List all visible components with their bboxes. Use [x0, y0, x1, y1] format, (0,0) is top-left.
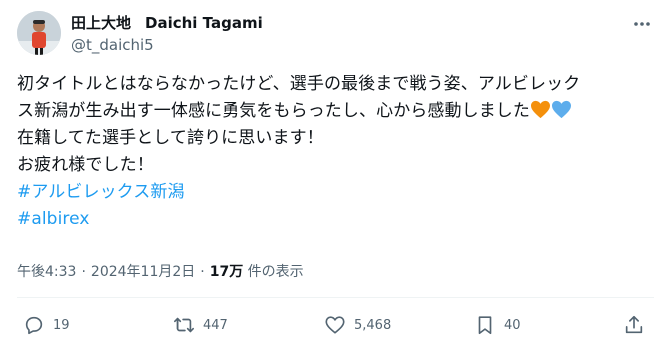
- heart-outline-icon: [325, 316, 345, 334]
- reply-button[interactable]: 19: [23, 314, 70, 336]
- display-name-en: Daichi Tagami: [145, 14, 263, 32]
- tweet-text: 初タイトルとはならなかったけど、選手の最後まで戦う姿、アルビレック ス新潟が生み…: [17, 71, 662, 233]
- action-bar: 19 447 5,468 40: [17, 314, 657, 344]
- tweet-line-6: #albirex: [17, 206, 662, 233]
- retweet-icon: [174, 317, 194, 333]
- display-name[interactable]: 田上大地 Daichi Tagami: [71, 13, 263, 33]
- user-handle[interactable]: @t_daichi5: [71, 35, 263, 55]
- tweet-header: 田上大地 Daichi Tagami @t_daichi5: [17, 11, 657, 59]
- tweet-line-4: お疲れ様でした！: [17, 155, 154, 175]
- user-avatar-photo-icon: [17, 11, 61, 55]
- like-count: 5,468: [354, 317, 392, 333]
- views-label: 件の表示: [247, 264, 304, 280]
- author-names: 田上大地 Daichi Tagami @t_daichi5: [71, 13, 263, 55]
- tweet-line-5: #アルビレックス新潟: [17, 179, 662, 206]
- tweet-line-1: 初タイトルとはならなかったけど、選手の最後まで戦う姿、アルビレック: [17, 74, 581, 94]
- retweet-count: 447: [203, 317, 228, 333]
- divider: [17, 297, 654, 298]
- hashtag-link-albirex-niigata[interactable]: #アルビレックス新潟: [17, 182, 185, 202]
- blue-heart-icon: [552, 100, 571, 119]
- reply-icon: [25, 316, 43, 335]
- bookmark-count: 40: [504, 317, 521, 333]
- meta-separator-2: ·: [200, 264, 205, 280]
- tweet-line-3: 在籍してた選手として誇りに思います！: [17, 128, 324, 148]
- display-name-jp: 田上大地: [71, 14, 132, 32]
- more-options-button[interactable]: [631, 13, 653, 35]
- reply-count: 19: [53, 317, 70, 333]
- tweet-date[interactable]: 2024年11月2日: [91, 264, 195, 280]
- tweet-line-2-text: ス新潟が生み出す一体感に勇気をもらったし、心から感動しました: [17, 101, 530, 121]
- share-icon: [625, 315, 643, 334]
- tweet-meta: 午後4:33 · 2024年11月2日 · 17万 件の表示: [17, 261, 304, 281]
- like-button[interactable]: 5,468: [324, 314, 391, 336]
- tweet-time[interactable]: 午後4:33: [17, 264, 76, 280]
- meta-separator: ·: [81, 264, 86, 280]
- tweet-line-2: ス新潟が生み出す一体感に勇気をもらったし、心から感動しました: [17, 98, 662, 125]
- bookmark-icon: [478, 316, 492, 335]
- bookmark-button[interactable]: 40: [474, 314, 521, 336]
- avatar[interactable]: [17, 11, 61, 55]
- orange-heart-icon: [531, 100, 550, 119]
- retweet-button[interactable]: 447: [173, 314, 228, 336]
- more-horizontal-icon: [634, 22, 650, 26]
- share-button[interactable]: [623, 314, 645, 336]
- views-count: 17万: [209, 264, 244, 280]
- hashtag-link-albirex[interactable]: #albirex: [17, 209, 90, 229]
